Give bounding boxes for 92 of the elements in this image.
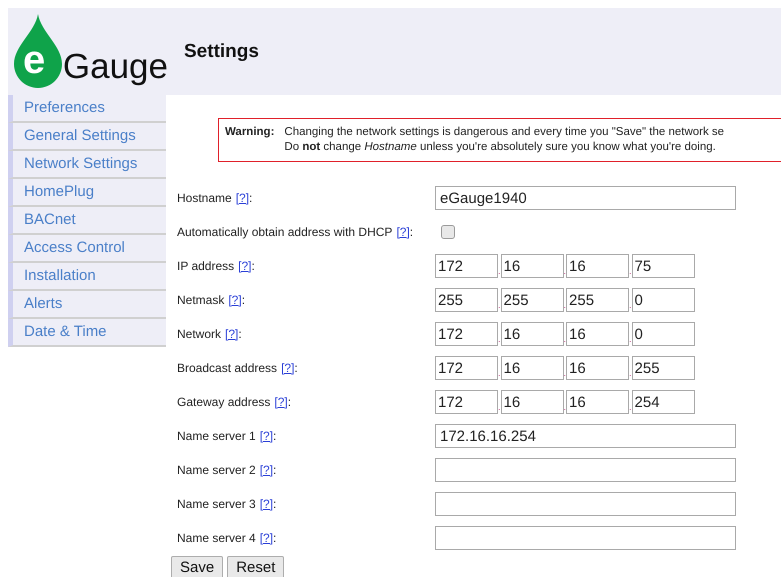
colon: : xyxy=(410,224,414,241)
colon: : xyxy=(294,360,298,377)
octet-field[interactable]: 254 xyxy=(632,390,695,414)
help-link[interactable]: [?] xyxy=(260,461,274,479)
colon: : xyxy=(273,530,276,547)
colon: : xyxy=(249,190,252,207)
field-label: Automatically obtain address with DHCP xyxy=(177,224,392,241)
octet-field[interactable]: 16 xyxy=(500,356,564,380)
octet-field[interactable]: 255 xyxy=(632,356,695,380)
dot-separator: . xyxy=(498,267,501,276)
warning-text: Changing the network settings is dangerous and every time you "Save" the network se xyxy=(284,125,724,140)
dot-separator: . xyxy=(629,335,632,344)
text-field[interactable] xyxy=(435,526,736,550)
dot-separator: . xyxy=(564,369,566,378)
field-label: Name server 2 xyxy=(177,462,256,479)
help-link[interactable]: [?] xyxy=(274,393,288,411)
drop-icon xyxy=(14,14,62,88)
logo-text: Gauge xyxy=(62,49,168,84)
sidebar-item[interactable]: Preferences xyxy=(8,95,166,123)
octet-field[interactable]: 0 xyxy=(632,288,695,312)
help-link[interactable]: [?] xyxy=(281,359,294,377)
help-link[interactable]: [?] xyxy=(260,427,274,445)
dot-separator: . xyxy=(564,335,566,344)
octet-field[interactable]: 16 xyxy=(500,390,564,414)
octet-field[interactable]: 255 xyxy=(566,288,630,312)
dot-separator: . xyxy=(629,301,632,310)
text-field[interactable] xyxy=(435,492,736,516)
reset-button[interactable]: Reset xyxy=(227,556,284,577)
dot-separator: . xyxy=(498,403,501,412)
colon: : xyxy=(273,496,276,513)
colon: : xyxy=(288,394,292,411)
octet-field[interactable]: 0 xyxy=(632,322,695,346)
sidebar-item[interactable]: General Settings xyxy=(8,123,166,151)
octet-field[interactable]: 16 xyxy=(500,254,564,278)
field-label: Gateway address xyxy=(177,394,270,411)
colon: : xyxy=(238,326,242,343)
octet-field[interactable]: 172 xyxy=(435,322,498,346)
dot-separator: . xyxy=(629,369,632,378)
text-field[interactable] xyxy=(435,458,736,482)
sidebar-item[interactable]: Network Settings xyxy=(8,151,166,179)
octet-field[interactable]: 172 xyxy=(435,356,498,380)
dot-separator: . xyxy=(629,267,632,276)
sidebar-item[interactable]: Access Control xyxy=(8,235,166,263)
octet-field[interactable]: 255 xyxy=(500,288,564,312)
checkbox[interactable] xyxy=(441,225,455,239)
dot-separator: . xyxy=(564,267,566,276)
field-label: Netmask xyxy=(177,292,224,309)
field-label: Name server 1 xyxy=(177,428,256,445)
help-link[interactable]: [?] xyxy=(228,291,242,309)
help-link[interactable]: [?] xyxy=(238,257,252,275)
text-field[interactable]: 172.16.16.254 xyxy=(435,424,736,448)
dot-separator: . xyxy=(498,335,501,344)
colon: : xyxy=(273,462,276,479)
field-label: IP address xyxy=(177,258,234,275)
help-link[interactable]: [?] xyxy=(396,223,410,241)
sidebar-item[interactable]: HomePlug xyxy=(8,179,166,207)
octet-field[interactable]: 16 xyxy=(566,390,630,414)
save-button[interactable]: Save xyxy=(171,556,224,577)
colon: : xyxy=(252,258,255,275)
sidebar-item[interactable]: Installation xyxy=(8,263,166,291)
dot-separator: . xyxy=(564,301,566,310)
octet-field[interactable]: 172 xyxy=(435,390,498,414)
colon: : xyxy=(273,428,276,445)
octet-field[interactable]: 16 xyxy=(566,254,630,278)
field-label: Name server 3 xyxy=(177,496,256,513)
field-label: Network xyxy=(177,326,222,343)
dot-separator: . xyxy=(564,403,566,412)
field-label: Name server 4 xyxy=(177,530,256,547)
colon: : xyxy=(242,292,246,309)
text-field[interactable]: eGauge1940 xyxy=(435,186,736,210)
help-link[interactable]: [?] xyxy=(225,325,238,343)
help-link[interactable]: [?] xyxy=(260,495,274,513)
logo-letter: e xyxy=(23,40,46,80)
sidebar-item[interactable]: Date & Time xyxy=(8,319,166,347)
octet-field[interactable]: 16 xyxy=(500,322,564,346)
sidebar-item[interactable]: BACnet xyxy=(8,207,166,235)
help-link[interactable]: [?] xyxy=(236,189,250,207)
octet-field[interactable]: 172 xyxy=(435,254,498,278)
warning-label: Warning: xyxy=(225,125,274,140)
field-label: Hostname xyxy=(177,190,232,207)
octet-field[interactable]: 16 xyxy=(566,356,630,380)
dot-separator: . xyxy=(498,301,501,310)
field-label: Broadcast address xyxy=(177,360,278,377)
help-link[interactable]: [?] xyxy=(260,529,274,547)
page-title: Settings xyxy=(184,40,259,64)
dot-separator: . xyxy=(498,369,501,378)
octet-field[interactable]: 255 xyxy=(435,288,498,312)
octet-field[interactable]: 16 xyxy=(566,322,630,346)
octet-field[interactable]: 75 xyxy=(632,254,695,278)
dot-separator: . xyxy=(629,403,632,412)
warning-text: Do not change Hostname unless you're absolutely sure you know what you're doing. xyxy=(284,140,717,155)
sidebar-item[interactable]: Alerts xyxy=(8,291,166,319)
